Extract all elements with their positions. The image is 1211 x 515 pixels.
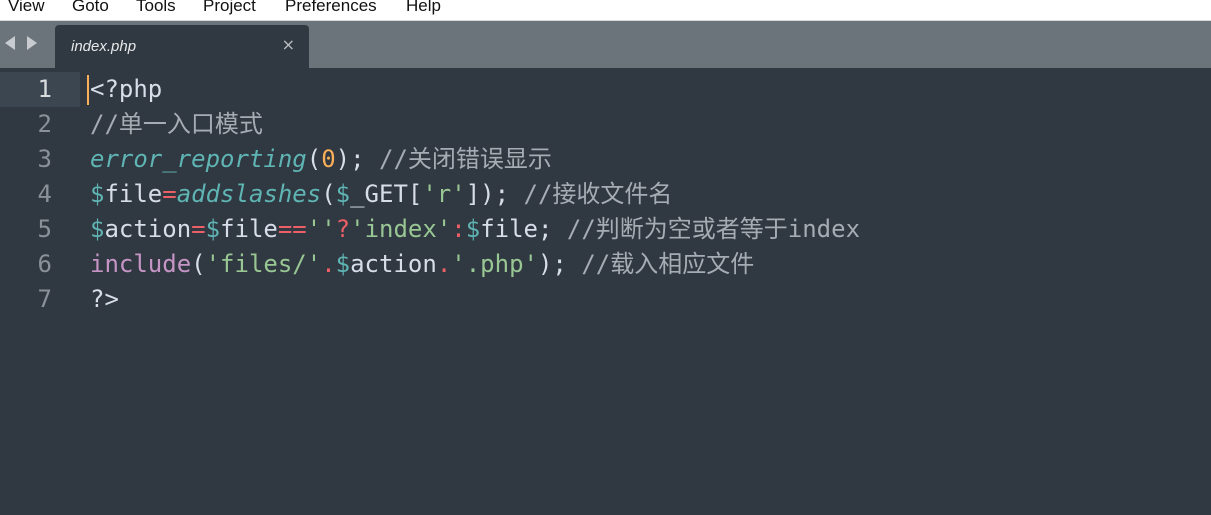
code-token: file (220, 215, 278, 243)
code-token: : (451, 215, 466, 243)
line-number: 3 (37, 145, 52, 173)
code-token: 0 (321, 145, 336, 173)
code-token: file (480, 215, 538, 243)
code-token: //关闭错误显示 (379, 145, 552, 173)
code-token: ; (537, 215, 567, 243)
menu-bar: View Goto Tools Project Preferences Help (0, 0, 1211, 21)
code-token: //接收文件名 (523, 180, 673, 208)
close-icon[interactable]: × (282, 35, 295, 55)
line-number: 7 (37, 285, 52, 313)
menu-project[interactable]: Project (203, 0, 256, 18)
code-token: //载入相应文件 (581, 250, 755, 278)
line-number: 6 (37, 250, 52, 278)
code-token: 'index' (350, 215, 452, 243)
arrow-left-icon[interactable] (5, 36, 15, 50)
code-token: ( (321, 180, 336, 208)
code-token: [ (407, 180, 423, 208)
line-number: 1 (37, 75, 52, 103)
code-token: ( (306, 145, 322, 173)
code-token: $ (465, 215, 481, 243)
tab-nav-arrows (5, 36, 45, 52)
code-token: '.php' (451, 250, 538, 278)
line-number: 2 (37, 110, 52, 138)
code-token: include (90, 250, 192, 278)
code-line[interactable]: $action=$file==''?'index':$file; //判断为空或… (90, 212, 860, 247)
code-line[interactable]: error_reporting(0); //关闭错误显示 (90, 142, 552, 177)
line-number: 5 (37, 215, 52, 243)
code-token: //单一入口模式 (90, 110, 263, 138)
code-token: $ (205, 215, 221, 243)
arrow-right-icon[interactable] (27, 36, 37, 50)
code-token: addslashes (176, 180, 322, 208)
tab-index-php[interactable]: index.php × (55, 25, 309, 68)
code-token: $ (335, 180, 351, 208)
code-line[interactable]: ?> (90, 282, 119, 317)
code-token: $ (335, 250, 351, 278)
code-token: ?> (90, 285, 119, 313)
code-token: action (350, 250, 437, 278)
menu-tools[interactable]: Tools (136, 0, 176, 18)
code-token: . (436, 250, 452, 278)
code-token: $ (90, 180, 105, 208)
code-line[interactable]: $file=addslashes($_GET['r']); //接收文件名 (90, 177, 672, 212)
code-token: file (104, 180, 163, 208)
menu-preferences[interactable]: Preferences (285, 0, 377, 18)
code-token: error_reporting (90, 145, 307, 173)
code-token: ); (335, 145, 380, 173)
text-cursor (87, 75, 89, 105)
line-number: 4 (37, 180, 52, 208)
code-token: _GET (350, 180, 408, 208)
code-token: = (162, 180, 177, 208)
code-line[interactable]: //单一入口模式 (90, 107, 263, 142)
code-token: ( (191, 250, 206, 278)
tab-title: index.php (71, 38, 137, 55)
tab-bar: index.php × (0, 21, 1211, 68)
code-token: = (191, 215, 206, 243)
code-token: == (277, 215, 307, 243)
code-token: action (104, 215, 192, 243)
code-editor[interactable]: 1234567 <?php//单一入口模式 error_reporting(0);… (0, 68, 1211, 515)
code-line[interactable]: include('files/'.$action.'.php'); //载入相应… (90, 247, 754, 282)
code-token: 'files/' (205, 250, 322, 278)
code-line[interactable]: <?php (90, 72, 162, 107)
code-token: '' (306, 215, 336, 243)
menu-view[interactable]: View (8, 0, 45, 18)
code-token: ? (335, 215, 351, 243)
code-token: 'r' (422, 180, 466, 208)
menu-goto[interactable]: Goto (72, 0, 109, 18)
code-token: //判断为空或者等于index (566, 215, 861, 243)
code-token: . (321, 250, 336, 278)
menu-help[interactable]: Help (406, 0, 441, 18)
code-token: ); (537, 250, 582, 278)
code-token: $ (90, 215, 105, 243)
code-token: ]); (465, 180, 524, 208)
code-token: <?php (90, 75, 163, 103)
